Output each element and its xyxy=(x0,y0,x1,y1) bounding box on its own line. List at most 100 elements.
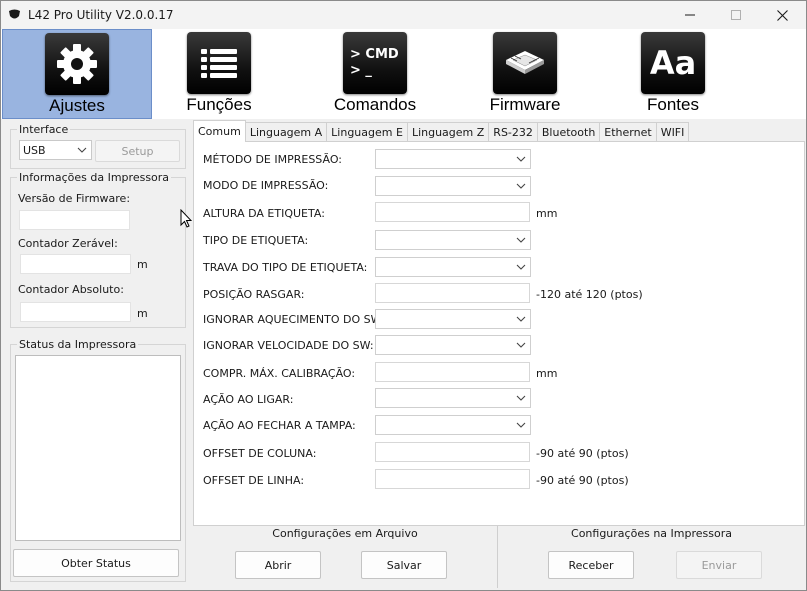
toolbar-firmware[interactable]: Firmware xyxy=(450,29,600,119)
toolbar-funcoes[interactable]: Funções xyxy=(144,29,294,119)
file-config-title: Configurações em Arquivo xyxy=(272,527,418,540)
chevron-down-icon xyxy=(77,147,87,153)
acao-fechar-tampa-select[interactable] xyxy=(375,415,531,435)
toolbar-fontes-label: Fontes xyxy=(647,95,699,114)
firmware-version-field xyxy=(19,210,130,230)
absolute-counter-field xyxy=(20,302,131,322)
printer-status-log xyxy=(15,355,181,541)
tab-page-comum: MÉTODO DE IMPRESSÃO: MODO DE IMPRESSÃO: … xyxy=(193,141,805,526)
mouse-cursor-icon xyxy=(180,209,192,228)
compr-max-calibracao-input[interactable] xyxy=(375,362,530,382)
posicao-rasgar-input[interactable] xyxy=(375,283,530,303)
send-button[interactable]: Enviar xyxy=(676,551,762,579)
chevron-down-icon xyxy=(516,422,526,428)
posicao-rasgar-unit: -120 até 120 (ptos) xyxy=(536,288,643,301)
absolute-counter-label: Contador Absoluto: xyxy=(18,283,124,296)
chevron-down-icon xyxy=(516,183,526,189)
tab-rs232[interactable]: RS-232 xyxy=(488,122,538,142)
interface-group-title: Interface xyxy=(17,123,71,136)
printer-config-section: Configurações na Impressora Receber Envi… xyxy=(498,526,805,590)
altura-etiqueta-label: ALTURA DA ETIQUETA: xyxy=(203,207,325,220)
tab-linguagem-e[interactable]: Linguagem E xyxy=(326,122,408,142)
toolbar-firmware-label: Firmware xyxy=(489,95,561,114)
firmware-version-label: Versão de Firmware: xyxy=(18,192,131,205)
interface-select[interactable]: USB xyxy=(19,140,92,160)
printer-status-group: Status da Impressora Obter Status xyxy=(10,338,186,582)
tab-comum[interactable]: Comum xyxy=(193,120,246,142)
offset-linha-input[interactable] xyxy=(375,469,530,489)
toolbar-ajustes[interactable]: Ajustes xyxy=(2,29,152,119)
posicao-rasgar-label: POSIÇÃO RASGAR: xyxy=(203,288,305,301)
minimize-button[interactable] xyxy=(667,1,713,29)
chevron-down-icon xyxy=(516,316,526,322)
ignorar-aquecimento-select[interactable] xyxy=(375,309,531,329)
close-button[interactable] xyxy=(759,1,805,29)
altura-etiqueta-unit: mm xyxy=(536,207,558,220)
tab-wifi[interactable]: WIFI xyxy=(655,122,690,142)
modo-impressao-select[interactable] xyxy=(375,176,531,196)
printer-info-group-title: Informações da Impressora xyxy=(17,171,172,184)
acao-ao-ligar-select[interactable] xyxy=(375,388,531,408)
tab-ethernet[interactable]: Ethernet xyxy=(599,122,657,142)
printer-info-group: Informações da Impressora Versão de Firm… xyxy=(10,171,186,328)
chevron-down-icon xyxy=(516,237,526,243)
chip-icon xyxy=(493,32,557,94)
ignorar-aquecimento-label: IGNORAR AQUECIMENTO DO SW: xyxy=(203,313,385,326)
tab-bluetooth[interactable]: Bluetooth xyxy=(536,122,601,142)
acao-fechar-tampa-label: AÇÃO AO FECHAR A TAMPA: xyxy=(203,419,356,432)
toolbar-comandos[interactable]: > CMD > _ Comandos xyxy=(300,29,450,119)
file-config-section: Configurações em Arquivo Abrir Salvar xyxy=(193,526,497,590)
setup-button[interactable]: Setup xyxy=(95,140,180,162)
resettable-counter-unit: m xyxy=(137,258,148,271)
offset-coluna-input[interactable] xyxy=(375,442,530,462)
offset-linha-unit: -90 até 90 (ptos) xyxy=(536,474,629,487)
title-bar: L42 Pro Utility V2.0.0.17 xyxy=(1,1,806,29)
app-window: L42 Pro Utility V2.0.0.17 Ajustes Funçõe… xyxy=(0,0,807,591)
save-button[interactable]: Salvar xyxy=(361,551,447,579)
main-toolbar: Ajustes Funções > CMD > _ Comandos Firmw… xyxy=(1,29,806,119)
chevron-down-icon xyxy=(516,264,526,270)
toolbar-funcoes-label: Funções xyxy=(186,95,252,114)
trava-tipo-etiqueta-select[interactable] xyxy=(375,257,531,277)
printer-status-group-title: Status da Impressora xyxy=(17,338,139,351)
maximize-icon xyxy=(731,10,741,20)
get-status-button[interactable]: Obter Status xyxy=(13,549,179,577)
tipo-etiqueta-select[interactable] xyxy=(375,230,531,250)
terminal-prompt: > _ xyxy=(350,63,372,78)
printer-config-title: Configurações na Impressora xyxy=(571,527,732,540)
resettable-counter-label: Contador Zerável: xyxy=(18,237,118,250)
list-icon xyxy=(187,32,251,94)
interface-select-value: USB xyxy=(23,144,46,157)
modo-impressao-label: MODO DE IMPRESSÃO: xyxy=(203,179,329,192)
acao-ao-ligar-label: AÇÃO AO LIGAR: xyxy=(203,393,294,406)
minimize-icon xyxy=(685,14,695,16)
chevron-down-icon xyxy=(516,156,526,162)
settings-tabs: Comum Linguagem A Linguagem E Linguagem … xyxy=(193,120,690,142)
window-title: L42 Pro Utility V2.0.0.17 xyxy=(28,8,174,22)
open-button[interactable]: Abrir xyxy=(235,551,321,579)
gear-icon xyxy=(45,33,109,95)
metodo-impressao-label: MÉTODO DE IMPRESSÃO: xyxy=(203,153,342,166)
resettable-counter-field xyxy=(20,254,131,274)
maximize-button[interactable] xyxy=(713,1,759,29)
terminal-icon: > CMD > _ xyxy=(343,32,407,94)
offset-coluna-unit: -90 até 90 (ptos) xyxy=(536,447,629,460)
tipo-etiqueta-label: TIPO DE ETIQUETA: xyxy=(203,234,309,247)
receive-button[interactable]: Receber xyxy=(548,551,634,579)
font-icon: Aa xyxy=(641,32,705,94)
toolbar-fontes[interactable]: Aa Fontes xyxy=(598,29,748,119)
ignorar-velocidade-select[interactable] xyxy=(375,335,531,355)
chevron-down-icon xyxy=(516,395,526,401)
tab-linguagem-z[interactable]: Linguagem Z xyxy=(406,122,490,142)
absolute-counter-unit: m xyxy=(137,307,148,320)
toolbar-ajustes-label: Ajustes xyxy=(49,96,105,115)
metodo-impressao-select[interactable] xyxy=(375,149,531,169)
offset-linha-label: OFFSET DE LINHA: xyxy=(203,474,305,487)
interface-group: Interface USB Setup xyxy=(10,123,186,169)
compr-max-calibracao-label: COMPR. MÁX. CALIBRAÇÃO: xyxy=(203,367,356,380)
font-icon-text: Aa xyxy=(649,44,697,82)
tab-linguagem-a[interactable]: Linguagem A xyxy=(244,122,328,142)
close-icon xyxy=(776,9,788,21)
altura-etiqueta-input[interactable] xyxy=(375,202,530,222)
shield-app-icon xyxy=(9,9,20,19)
